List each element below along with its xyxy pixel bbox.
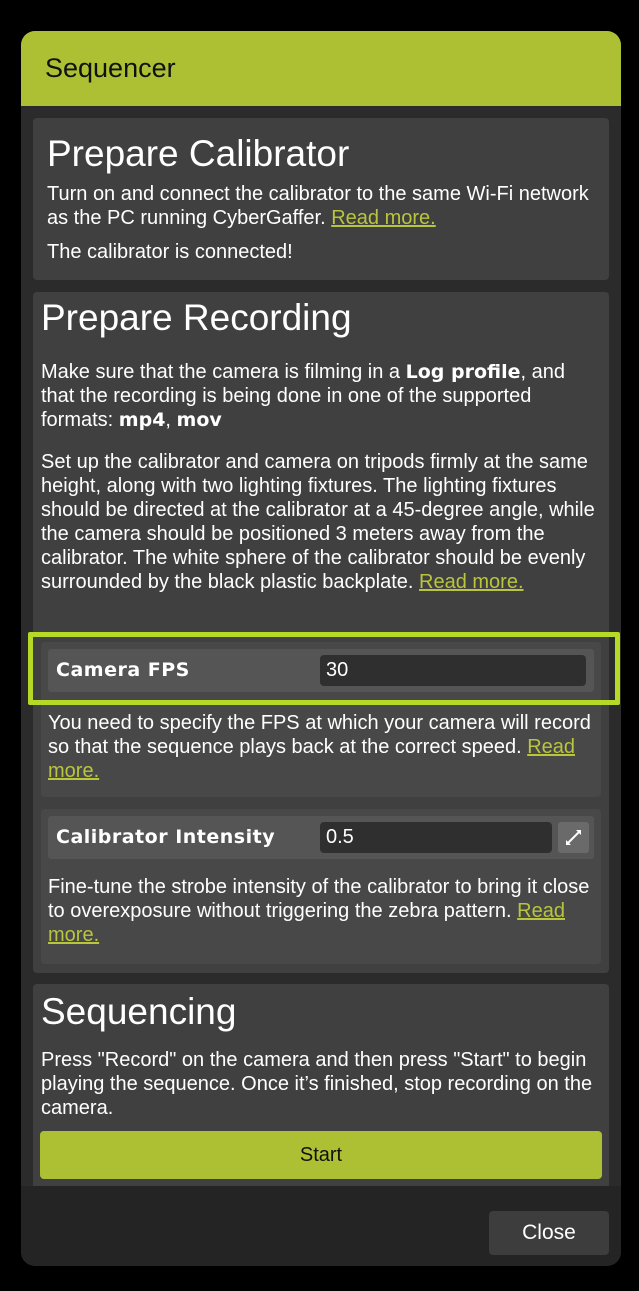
calibrator-status: The calibrator is connected!: [47, 241, 293, 263]
sequencing-heading: Sequencing: [41, 991, 237, 1032]
prepare-calibrator-text: Turn on and connect the calibrator to th…: [47, 182, 595, 230]
prepare-recording-format-text: Make sure that the camera is filming in …: [41, 360, 601, 432]
camera-fps-row: Camera FPS: [48, 649, 594, 692]
sequencing-section: Sequencing Press "Record" on the camera …: [33, 984, 609, 1186]
title-bar: Sequencer: [21, 31, 621, 106]
sequencer-window: Sequencer Prepare Calibrator Turn on and…: [21, 31, 621, 1266]
format-text-part: Make sure that the camera is filming in …: [41, 361, 406, 383]
prepare-recording-heading: Prepare Recording: [41, 297, 352, 338]
prepare-recording-section: Prepare Recording Make sure that the cam…: [33, 292, 609, 973]
camera-fps-input[interactable]: [320, 655, 586, 686]
calibrator-intensity-group: Calibrator Intensity Fine-tune the strob…: [41, 809, 601, 964]
calibrator-intensity-help-text: Fine-tune the strobe intensity of the ca…: [48, 876, 590, 922]
content-area[interactable]: Prepare Calibrator Turn on and connect t…: [21, 106, 621, 1186]
calibrator-intensity-input[interactable]: [320, 822, 552, 853]
close-button[interactable]: Close: [489, 1211, 609, 1255]
prepare-recording-setup-text: Set up the calibrator and camera on trip…: [41, 450, 601, 594]
format-text-part: ,: [165, 409, 177, 431]
calibrator-intensity-row: Calibrator Intensity: [48, 816, 594, 859]
prepare-calibrator-heading: Prepare Calibrator: [47, 133, 350, 174]
prepare-recording-read-more-link[interactable]: Read more.: [419, 571, 524, 593]
prepare-calibrator-read-more-link[interactable]: Read more.: [331, 207, 436, 229]
window-title: Sequencer: [45, 53, 176, 83]
camera-fps-help-text: You need to specify the FPS at which you…: [48, 712, 591, 758]
camera-fps-help: You need to specify the FPS at which you…: [48, 711, 591, 783]
camera-fps-label: Camera FPS: [56, 659, 190, 681]
start-button[interactable]: Start: [40, 1131, 602, 1179]
format-mp4-bold: mp4: [118, 409, 166, 431]
calibrator-intensity-expand-button[interactable]: [558, 822, 589, 853]
prepare-calibrator-body: Turn on and connect the calibrator to th…: [47, 183, 589, 229]
camera-fps-group: Camera FPS You need to specify the FPS a…: [41, 642, 601, 797]
log-profile-bold: Log profile: [405, 361, 521, 383]
calibrator-intensity-label: Calibrator Intensity: [56, 826, 276, 848]
sequencing-body: Press "Record" on the camera and then pr…: [41, 1049, 593, 1119]
format-mov-bold: mov: [176, 409, 222, 431]
calibrator-intensity-help: Fine-tune the strobe intensity of the ca…: [48, 875, 591, 947]
footer-bar: Close: [21, 1186, 621, 1266]
prepare-calibrator-section: Prepare Calibrator Turn on and connect t…: [33, 118, 609, 280]
expand-arrows-icon: [566, 830, 581, 845]
